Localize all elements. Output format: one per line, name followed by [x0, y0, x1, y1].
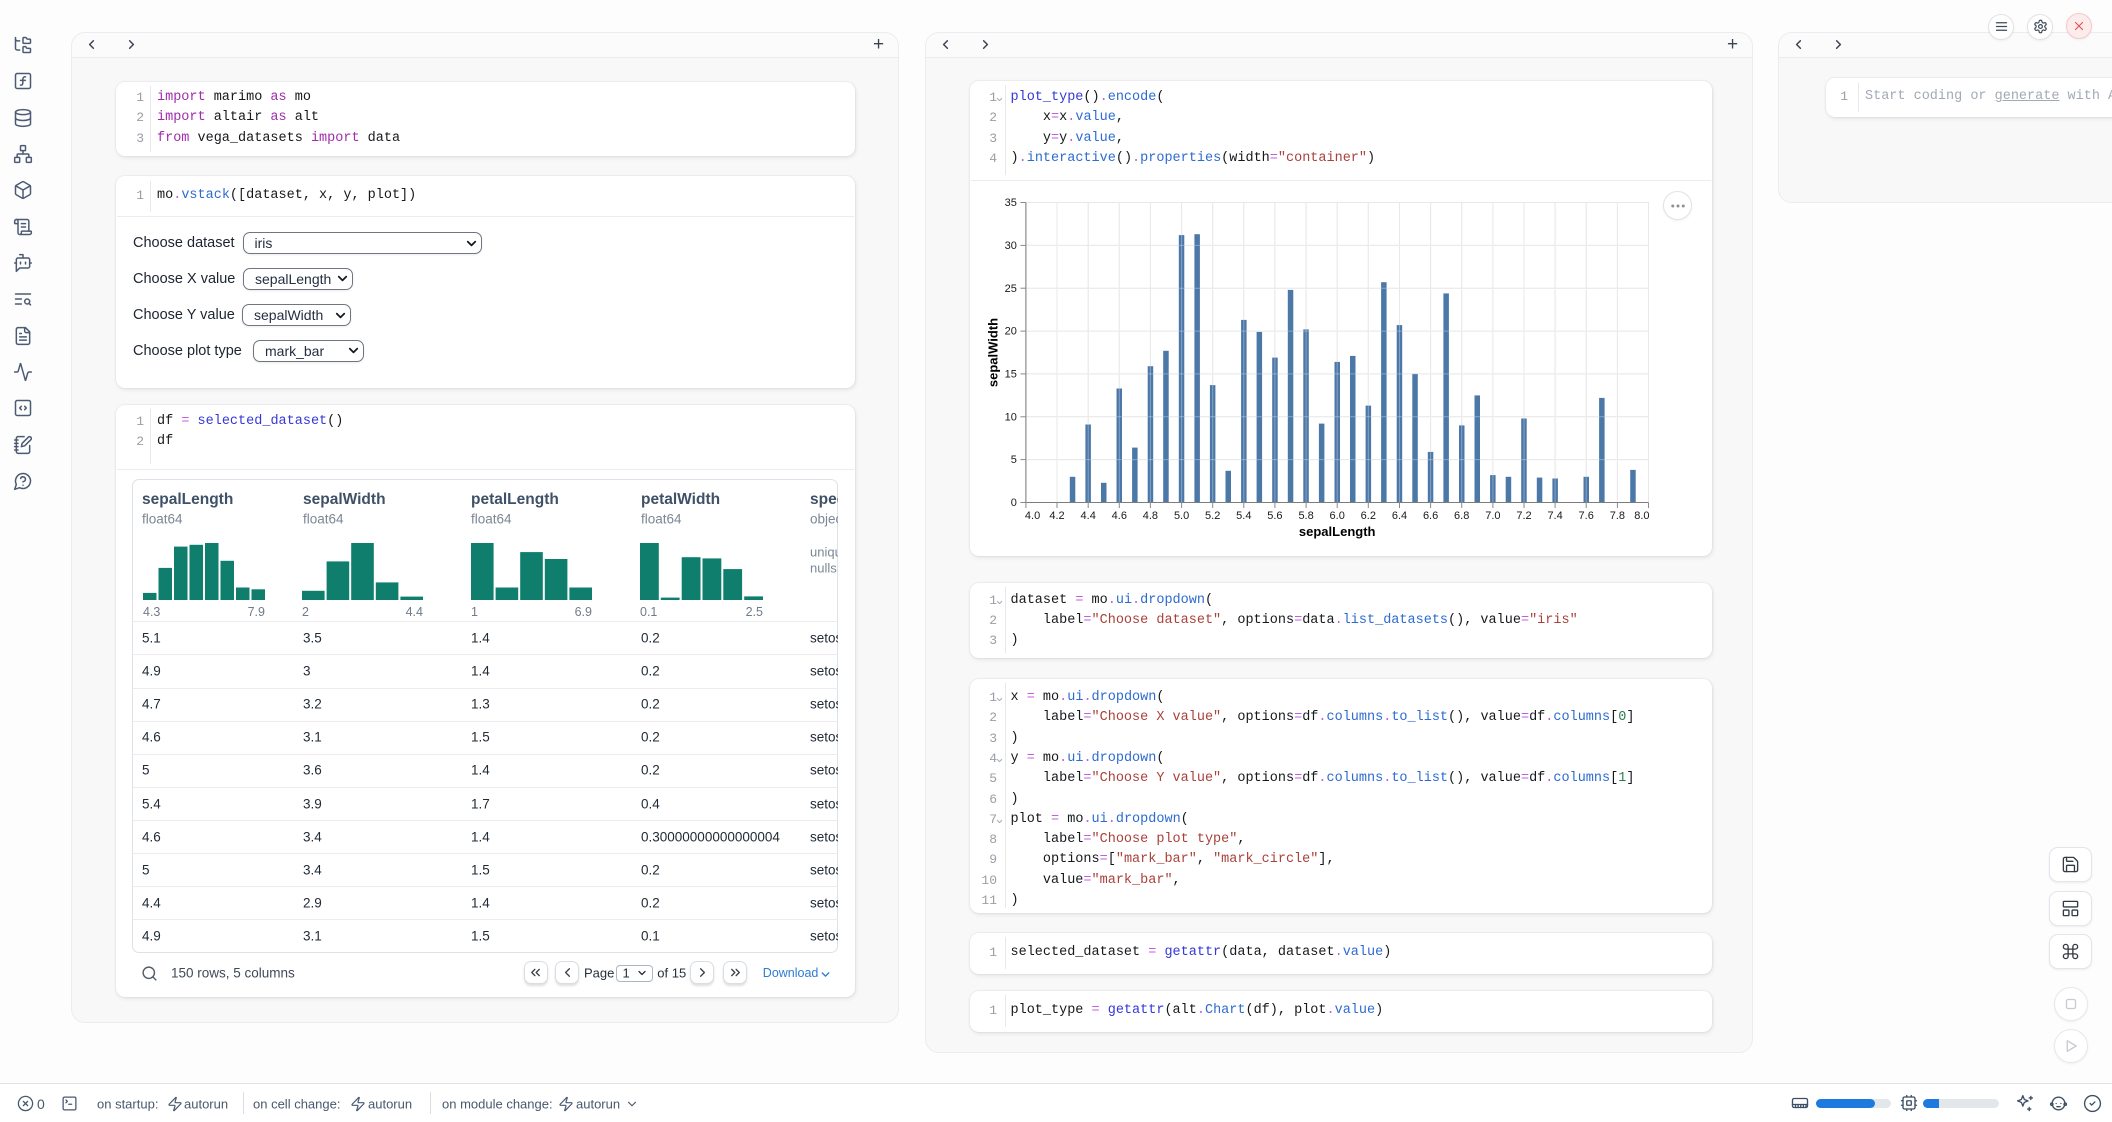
svg-text:5.8: 5.8 — [1298, 510, 1313, 522]
svg-text:6.0: 6.0 — [1329, 510, 1344, 522]
svg-text:7.8: 7.8 — [1609, 510, 1624, 522]
svg-text:4.2: 4.2 — [1049, 510, 1064, 522]
svg-text:7.0: 7.0 — [1485, 510, 1500, 522]
svg-text:sepalWidth: sepalWidth — [985, 318, 1000, 387]
svg-text:5.4: 5.4 — [1236, 510, 1251, 522]
svg-text:7.6: 7.6 — [1578, 510, 1593, 522]
svg-text:4.0: 4.0 — [1024, 510, 1039, 522]
svg-text:8.0: 8.0 — [1634, 510, 1649, 522]
svg-text:sepalLength: sepalLength — [1298, 524, 1375, 539]
svg-text:4.4: 4.4 — [1080, 510, 1095, 522]
svg-text:5: 5 — [1010, 454, 1016, 466]
svg-text:15: 15 — [1004, 369, 1016, 381]
svg-text:35: 35 — [1004, 197, 1016, 209]
svg-text:6.4: 6.4 — [1391, 510, 1406, 522]
svg-text:5.2: 5.2 — [1205, 510, 1220, 522]
svg-text:5.0: 5.0 — [1173, 510, 1188, 522]
svg-text:0: 0 — [1010, 497, 1016, 509]
svg-text:5.6: 5.6 — [1267, 510, 1282, 522]
svg-text:7.4: 7.4 — [1547, 510, 1562, 522]
svg-text:20: 20 — [1004, 326, 1016, 338]
svg-text:6.2: 6.2 — [1360, 510, 1375, 522]
svg-text:7.2: 7.2 — [1516, 510, 1531, 522]
svg-text:4.6: 4.6 — [1111, 510, 1126, 522]
svg-text:6.8: 6.8 — [1454, 510, 1469, 522]
svg-text:25: 25 — [1004, 283, 1016, 295]
svg-text:30: 30 — [1004, 240, 1016, 252]
svg-text:6.6: 6.6 — [1422, 510, 1437, 522]
svg-text:10: 10 — [1004, 411, 1016, 423]
svg-text:4.8: 4.8 — [1142, 510, 1157, 522]
